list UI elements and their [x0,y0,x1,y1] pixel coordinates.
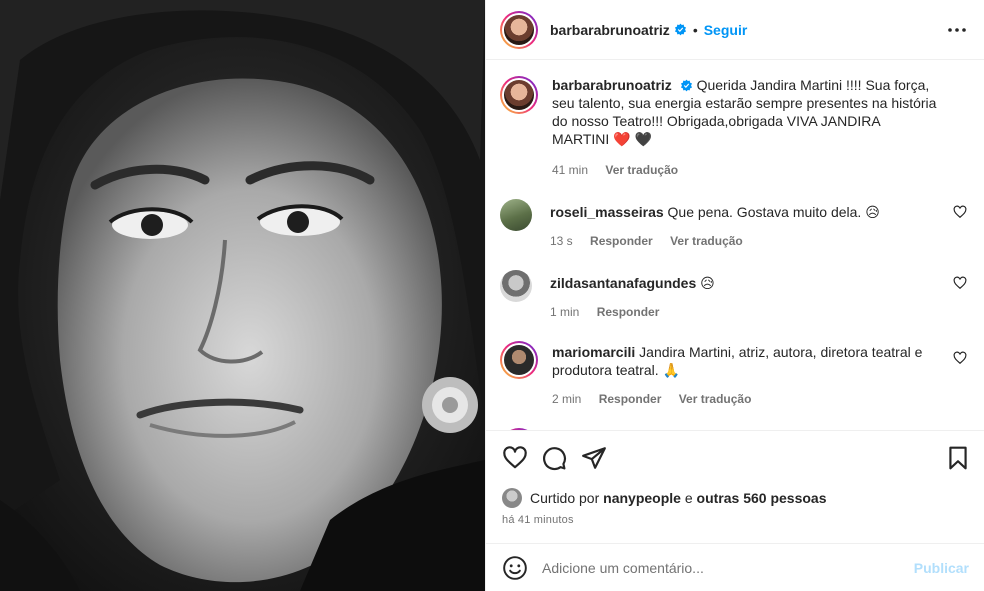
likes-summary: Curtido por nanypeople e outras 560 pess… [502,488,827,508]
folded-hands-emoji: 🙏 [662,363,680,379]
action-bar [486,430,984,485]
post-timestamp: há 41 minutos [502,514,574,526]
comment-time: 1 min [550,305,580,319]
caption-time: 41 min [552,163,589,177]
small-heart-icon[interactable] [953,276,967,290]
more-options-icon[interactable] [945,18,969,42]
portrait-image [0,0,485,591]
comment-username[interactable]: mariomarcili [552,344,635,360]
author-avatar[interactable] [500,10,538,49]
comment-text: Que pena. Gostava muito dela. [667,204,862,220]
author-username[interactable]: barbarabrunoatriz [550,22,670,38]
caption-comment: barbarabrunoatriz Querida Jandira Martin… [500,74,969,179]
small-heart-icon[interactable] [953,351,967,365]
follow-button[interactable]: Seguir [704,22,748,38]
comment-time: 2 min [552,392,582,406]
reply-link[interactable]: Responder [590,234,653,248]
caption-author-avatar[interactable] [500,76,538,114]
verified-icon [674,23,686,36]
post-sidebar: barbarabrunoatriz • Seguir barbarabrunoa… [485,0,984,591]
comment-username[interactable]: roseli_masseiras [550,204,664,220]
comments-list[interactable]: barbarabrunoatriz Querida Jandira Martin… [486,60,984,430]
comment-item: zildasantanafagundes 😥 1 min Responder [500,268,969,321]
commenter-avatar[interactable] [500,341,538,379]
comment-composer: Publicar [486,543,984,591]
liker-username[interactable]: nanypeople [603,490,681,506]
likes-others-link[interactable]: outras 560 pessoas [697,490,827,506]
black-heart-emoji: 🖤 [634,132,652,148]
comment-icon[interactable] [541,445,567,471]
emoji-icon[interactable] [502,555,528,581]
sad-face-emoji: 😥 [865,205,880,221]
small-heart-icon[interactable] [953,205,967,219]
comment-username[interactable]: zildasantanafagundes [550,275,696,291]
comment-time: 13 s [550,234,573,248]
post-header: barbarabrunoatriz • Seguir [486,0,984,60]
translate-link[interactable]: Ver tradução [679,392,752,406]
post-photo[interactable] [0,0,485,591]
likes-connector: e [684,490,693,506]
heart-icon[interactable] [502,445,528,471]
comment-item: roseli_masseiras Que pena. Gostava muito… [500,197,969,250]
likes-prefix: Curtido por [530,490,600,506]
comment-item: mariomarcili Jandira Martini, atriz, aut… [500,339,969,408]
comment-input[interactable] [542,559,914,576]
share-icon[interactable] [581,445,607,471]
commenter-avatar[interactable] [500,199,532,231]
publish-button[interactable]: Publicar [914,560,969,576]
reply-link[interactable]: Responder [597,305,660,319]
liker-avatar[interactable] [502,488,522,508]
translate-link[interactable]: Ver tradução [670,234,743,248]
bookmark-icon[interactable] [945,445,971,471]
red-heart-emoji: ❤️ [613,132,631,148]
header-separator: • [692,21,698,38]
commenter-avatar[interactable] [500,270,532,302]
verified-icon [680,79,692,92]
caption-username[interactable]: barbarabrunoatriz [552,77,672,93]
reply-link[interactable]: Responder [599,392,662,406]
caption-translate-link[interactable]: Ver tradução [605,163,678,177]
sad-face-emoji: 😥 [700,276,715,292]
